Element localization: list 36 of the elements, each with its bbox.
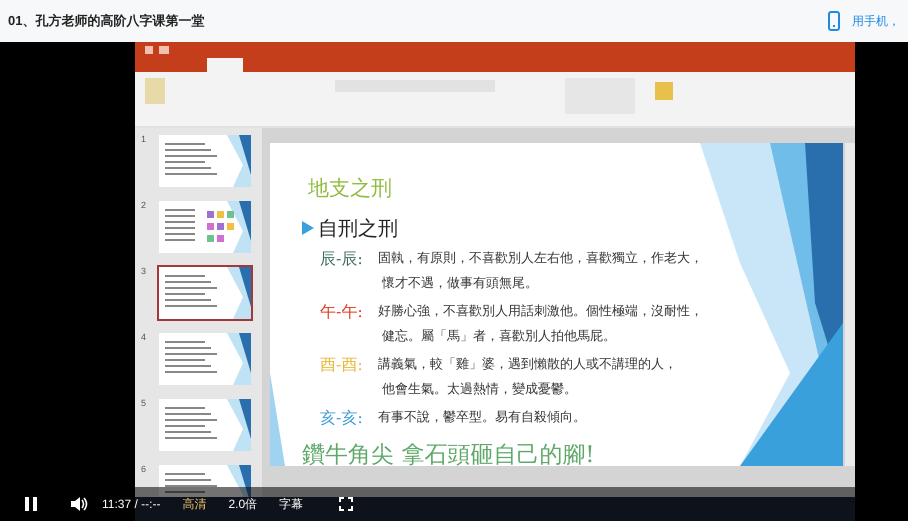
row-text: 懷才不遇，做事有頭無尾。 [380, 274, 539, 292]
slide-number: 4 [141, 331, 148, 344]
row-text: 講義氣，較「雞」婆，遇到懶散的人或不講理的人， [378, 356, 677, 374]
subtitles-button[interactable]: 字幕 [279, 495, 304, 513]
volume-icon[interactable] [70, 496, 88, 512]
pause-button[interactable] [24, 497, 38, 511]
phone-icon[interactable] [828, 11, 840, 31]
slide-title: 地支之刑 [307, 175, 393, 202]
slide-number: 6 [141, 463, 148, 476]
slide-number: 3 [141, 265, 148, 278]
slide-number: 2 [141, 199, 148, 212]
page-title: 01、孔方老师的高阶八字课第一堂 [8, 12, 204, 30]
row-label: 酉-酉: [320, 354, 364, 376]
row-label: 辰-辰: [320, 248, 364, 270]
row-label: 午-午: [320, 300, 364, 322]
slide-thumbnail[interactable] [157, 199, 253, 255]
row-text: 健忘。屬「馬」者，喜歡別人拍他馬屁。 [381, 328, 617, 346]
slide-heading: 自刑之刑 [318, 214, 398, 242]
scrollbar[interactable] [845, 143, 855, 466]
speed-button[interactable]: 2.0倍 [228, 495, 258, 513]
quality-button[interactable]: 高清 [182, 495, 206, 513]
row-text: 有事不說，鬱卒型。易有自殺傾向。 [378, 408, 586, 426]
slide-thumbnail[interactable] [157, 331, 253, 387]
bullet-icon [302, 220, 314, 234]
row-text: 固執，有原則，不喜歡別人左右他，喜歡獨立，作老大， [378, 250, 703, 268]
fullscreen-icon[interactable] [339, 497, 354, 511]
row-label: 亥-亥: [320, 406, 364, 428]
slide-slogan: 鑽牛角尖 拿石頭砸自己的腳! [302, 440, 596, 466]
slide-number: 5 [141, 397, 148, 410]
playback-time: 11:37 / --:-- [102, 496, 160, 513]
slide-number: 1 [141, 133, 148, 146]
slide-thumbnail[interactable] [157, 265, 253, 321]
row-text: 他會生氣。太過熱情，變成憂鬱。 [381, 380, 578, 398]
slide-thumbnail[interactable] [157, 397, 253, 453]
row-text: 好勝心強，不喜歡別人用話刺激他。個性極端，沒耐性， [378, 302, 703, 320]
slide-thumbnail[interactable] [157, 133, 253, 189]
